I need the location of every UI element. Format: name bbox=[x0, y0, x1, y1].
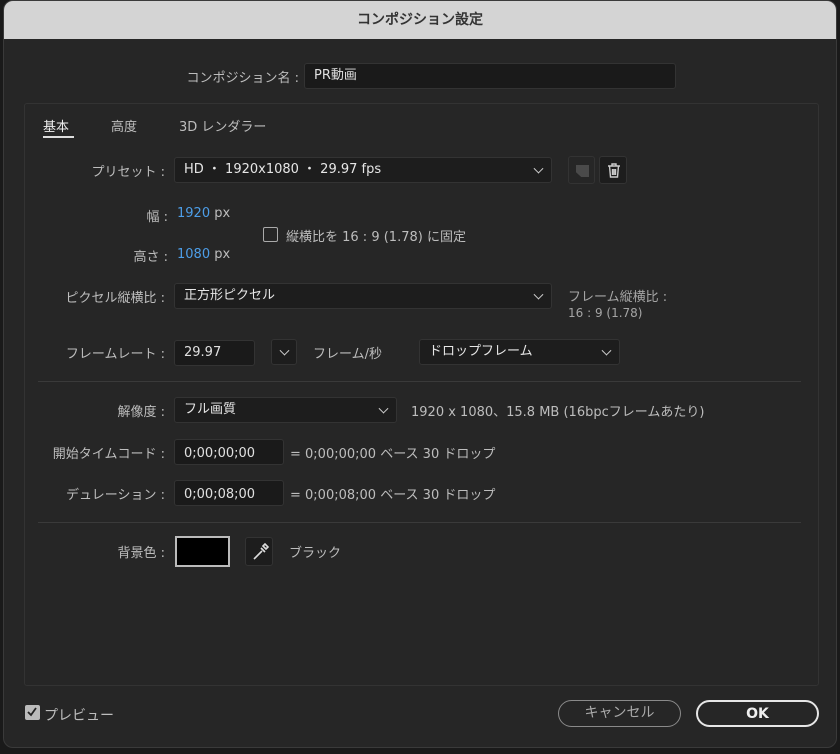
preview-checkbox[interactable] bbox=[25, 705, 40, 720]
chevron-down-icon bbox=[379, 404, 389, 414]
frame-rate-label: フレームレート : bbox=[66, 343, 165, 362]
height-field: 1080 px bbox=[177, 247, 230, 262]
bg-color-label: 背景色 : bbox=[117, 542, 165, 561]
chevron-down-icon bbox=[280, 346, 290, 356]
tab-advanced[interactable]: 高度 bbox=[111, 116, 137, 135]
checkmark-icon bbox=[26, 706, 38, 718]
frame-rate-dropdown-button[interactable] bbox=[271, 339, 297, 365]
tab-3d-renderer[interactable]: 3D レンダラー bbox=[179, 116, 266, 135]
duration-label: デュレーション : bbox=[66, 484, 165, 503]
active-tab-indicator bbox=[43, 136, 74, 138]
bg-color-name: ブラック bbox=[289, 542, 341, 561]
comp-name-label: コンポジション名 : bbox=[186, 67, 299, 86]
frame-aspect-value: 16 : 9 (1.78) bbox=[568, 306, 642, 320]
pixel-aspect-value: 正方形ピクセル bbox=[184, 288, 275, 303]
bg-color-swatch[interactable] bbox=[175, 536, 230, 567]
drop-frame-value: ドロップフレーム bbox=[429, 344, 533, 359]
save-preset-button[interactable] bbox=[568, 156, 595, 184]
width-field: 1920 px bbox=[177, 206, 230, 221]
start-timecode-label: 開始タイムコード : bbox=[53, 443, 165, 462]
width-value[interactable]: 1920 bbox=[177, 206, 210, 221]
eyedropper-button[interactable] bbox=[245, 537, 273, 566]
duration-info: = 0;00;08;00 ベース 30 ドロップ bbox=[290, 484, 495, 503]
duration-input[interactable]: 0;00;08;00 bbox=[174, 480, 284, 506]
resolution-select[interactable]: フル画質 bbox=[174, 397, 397, 423]
resolution-value: フル画質 bbox=[184, 402, 236, 417]
settings-panel bbox=[24, 103, 819, 686]
pixel-aspect-label: ピクセル縦横比 : bbox=[65, 287, 165, 306]
chevron-down-icon bbox=[534, 164, 544, 174]
trash-icon bbox=[600, 157, 628, 185]
start-timecode-info: = 0;00;00;00 ベース 30 ドロップ bbox=[290, 443, 495, 462]
composition-settings-dialog: コンポジション設定 コンポジション名 : PR動画 基本 高度 3D レンダラー… bbox=[3, 0, 837, 748]
ok-button[interactable]: OK bbox=[696, 700, 819, 727]
width-label: 幅 : bbox=[146, 206, 168, 225]
preset-label: プリセット : bbox=[91, 161, 165, 180]
chevron-down-icon bbox=[534, 290, 544, 300]
drop-frame-select[interactable]: ドロップフレーム bbox=[419, 339, 620, 365]
divider bbox=[38, 522, 801, 523]
resolution-label: 解像度 : bbox=[117, 401, 165, 420]
comp-name-input[interactable]: PR動画 bbox=[304, 63, 676, 89]
divider bbox=[38, 381, 801, 382]
lock-aspect-label: 縦横比を 16 : 9 (1.78) に固定 bbox=[286, 226, 466, 245]
save-preset-icon bbox=[576, 165, 589, 177]
eyedropper-icon bbox=[246, 538, 274, 567]
width-unit: px bbox=[214, 206, 230, 221]
tab-basic[interactable]: 基本 bbox=[43, 116, 69, 135]
preset-value: HD ・ 1920x1080 ・ 29.97 fps bbox=[184, 162, 381, 177]
lock-aspect-checkbox[interactable] bbox=[263, 227, 278, 242]
start-timecode-input[interactable]: 0;00;00;00 bbox=[174, 439, 284, 465]
resolution-info: 1920 x 1080、15.8 MB (16bpcフレームあたり) bbox=[411, 401, 704, 420]
frame-rate-input[interactable]: 29.97 bbox=[174, 340, 255, 366]
height-label: 高さ : bbox=[133, 246, 168, 265]
frame-rate-unit: フレーム/秒 bbox=[313, 343, 382, 362]
preview-label: プレビュー bbox=[44, 705, 114, 725]
delete-preset-button[interactable] bbox=[599, 156, 627, 184]
height-unit: px bbox=[214, 247, 230, 262]
chevron-down-icon bbox=[602, 346, 612, 356]
cancel-button[interactable]: キャンセル bbox=[558, 700, 681, 727]
height-value[interactable]: 1080 bbox=[177, 247, 210, 262]
dialog-title: コンポジション設定 bbox=[4, 1, 836, 39]
preset-select[interactable]: HD ・ 1920x1080 ・ 29.97 fps bbox=[174, 157, 552, 183]
frame-aspect-label: フレーム縦横比 : bbox=[568, 286, 667, 305]
pixel-aspect-select[interactable]: 正方形ピクセル bbox=[174, 283, 552, 309]
